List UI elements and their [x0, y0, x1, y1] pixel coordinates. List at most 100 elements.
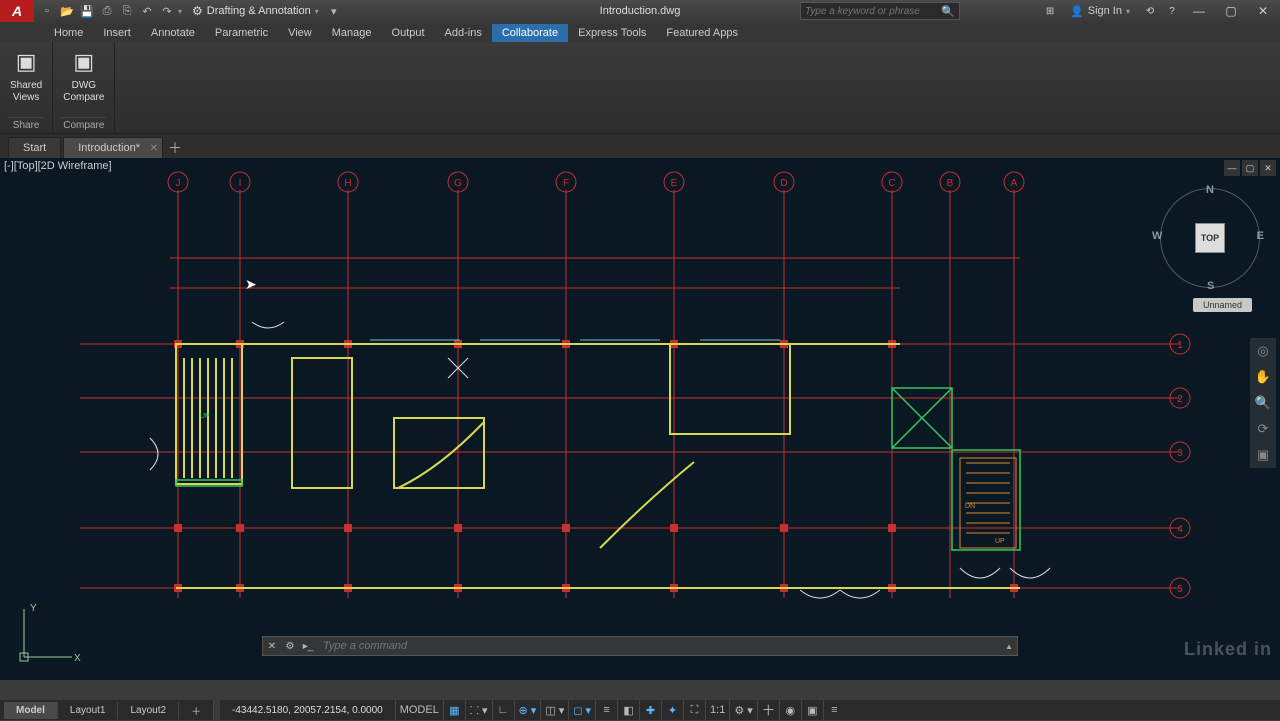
layout-tab-model[interactable]: Model [4, 702, 58, 719]
command-line[interactable]: ✕ ⚙ ▸_ ▲ [262, 636, 1018, 656]
ribbon-tab-parametric[interactable]: Parametric [205, 24, 278, 42]
exchange-icon[interactable]: ⟲ [1140, 2, 1160, 20]
svg-text:Y: Y [30, 603, 37, 614]
ribbon-tab-view[interactable]: View [278, 24, 322, 42]
workspace-switcher[interactable]: ⚙ Drafting & Annotation ▾ [186, 4, 325, 18]
ribbon-tab-output[interactable]: Output [382, 24, 435, 42]
cmdline-prompt-icon: ▸_ [299, 637, 317, 655]
cmdline-close-icon[interactable]: ✕ [263, 637, 281, 655]
selection-cycling-icon[interactable]: ✚ [639, 700, 661, 720]
close-button[interactable]: ✕ [1248, 0, 1278, 22]
save-icon[interactable]: 💾 [78, 2, 96, 20]
ribbon-tab-express-tools[interactable]: Express Tools [568, 24, 656, 42]
ucs-icon[interactable]: Y X [12, 599, 82, 672]
search-box[interactable]: 🔍 [800, 2, 960, 20]
lineweight-icon[interactable]: ≡ [595, 700, 617, 720]
panel-label[interactable]: Compare [61, 117, 106, 131]
signin-label: Sign In [1088, 5, 1122, 17]
open-icon[interactable]: 📂 [58, 2, 76, 20]
svg-text:F: F [563, 178, 569, 189]
ribbon-tab-manage[interactable]: Manage [322, 24, 382, 42]
saveas-icon[interactable]: ⎙ [98, 2, 116, 20]
drawing-canvas[interactable]: J IHG FED CBA 123 45 UP DNUP [0, 158, 1280, 680]
transparency-icon[interactable]: ◧ [617, 700, 639, 720]
svg-text:4: 4 [1177, 524, 1183, 535]
ribbon-tab-featured-apps[interactable]: Featured Apps [656, 24, 748, 42]
user-icon: 👤 [1070, 5, 1084, 18]
signin-button[interactable]: 👤 Sign In ▾ [1062, 5, 1138, 18]
qat-overflow-icon[interactable]: ▾ [325, 2, 343, 20]
svg-text:3: 3 [1177, 448, 1183, 459]
tab-close-icon[interactable]: ✕ [150, 143, 158, 154]
hardware-accel-icon[interactable]: ◉ [779, 700, 801, 720]
svg-text:2: 2 [1177, 394, 1183, 405]
svg-text:DN: DN [965, 503, 975, 510]
panel-button-shared[interactable]: ▣ SharedViews [8, 44, 44, 106]
minimize-button[interactable]: — [1184, 0, 1214, 22]
search-input[interactable] [805, 6, 941, 17]
add-layout-button[interactable]: ＋ [179, 700, 214, 721]
grid-bubble: J [176, 178, 181, 189]
space-toggle[interactable]: MODEL [395, 700, 443, 720]
file-tab[interactable]: Start [8, 137, 61, 158]
plot-icon[interactable]: ⎘ [118, 2, 136, 20]
file-tab[interactable]: Introduction*✕ [63, 137, 163, 158]
customize-status-icon[interactable]: ≡ [823, 700, 845, 720]
chevron-down-icon: ▾ [1126, 7, 1130, 16]
svg-text:1: 1 [1177, 340, 1183, 351]
grid-toggle-icon[interactable]: ▦ [443, 700, 465, 720]
annotation-monitor-icon[interactable]: 十 [757, 700, 779, 720]
qat-dropdown-icon[interactable]: ▾ [178, 7, 182, 16]
gear-icon: ⚙ [192, 4, 203, 18]
svg-text:5: 5 [1177, 584, 1183, 595]
add-tab-button[interactable]: ＋ [165, 138, 185, 158]
osnap-toggle-icon[interactable]: ◻ ▾ [568, 700, 595, 720]
command-input[interactable] [317, 640, 1001, 652]
panel-button-dwg[interactable]: ▣ DWGCompare [61, 44, 106, 106]
infocenter-icon[interactable]: ⊞ [1040, 2, 1060, 20]
ribbon-tab-collaborate[interactable]: Collaborate [492, 24, 568, 42]
svg-text:E: E [671, 178, 678, 189]
panel-label[interactable]: Share [8, 117, 44, 131]
svg-text:UP: UP [200, 413, 210, 420]
panel-icon: ▣ [10, 46, 42, 78]
polar-toggle-icon[interactable]: ⊕ ▾ [514, 700, 541, 720]
cmdline-customize-icon[interactable]: ⚙ [281, 637, 299, 655]
svg-text:G: G [454, 178, 462, 189]
cleanscreen-icon[interactable]: ▣ [801, 700, 823, 720]
svg-text:X: X [74, 653, 81, 664]
maximize-button[interactable]: ▢ [1216, 0, 1246, 22]
mouse-cursor: ➤ [245, 276, 257, 293]
svg-text:B: B [947, 178, 954, 189]
app-logo[interactable]: A [0, 0, 34, 22]
annotation-visibility-icon[interactable]: ✦ [661, 700, 683, 720]
ribbon-tab-insert[interactable]: Insert [93, 24, 141, 42]
snap-toggle-icon[interactable]: ⸬ ▾ [465, 700, 492, 720]
svg-text:D: D [780, 178, 787, 189]
layout-tab-layout2[interactable]: Layout2 [118, 702, 179, 719]
svg-text:A: A [1011, 178, 1018, 189]
annotation-scale[interactable]: 1:1 [705, 700, 729, 720]
cmdline-expand-icon[interactable]: ▲ [1001, 642, 1017, 651]
redo-icon[interactable]: ↷ [158, 2, 176, 20]
ribbon-tab-home[interactable]: Home [44, 24, 93, 42]
ribbon-tab-annotate[interactable]: Annotate [141, 24, 205, 42]
panel-icon: ▣ [68, 46, 100, 78]
svg-text:UP: UP [995, 538, 1005, 545]
svg-text:C: C [888, 178, 895, 189]
watermark: Linked in [1184, 639, 1272, 660]
isodraft-icon[interactable]: ◫ ▾ [540, 700, 568, 720]
workspace-switch-icon[interactable]: ⚙ ▾ [729, 700, 756, 720]
help-icon[interactable]: ? [1162, 2, 1182, 20]
search-icon[interactable]: 🔍 [941, 5, 955, 18]
qnew-icon[interactable]: ▫ [38, 2, 56, 20]
document-title: Introduction.dwg [600, 5, 681, 17]
autoscale-icon[interactable]: ⛶ [683, 700, 705, 720]
coordinates-readout[interactable]: -43442.5180, 20057.2154, 0.0000 [220, 705, 395, 716]
ribbon-tab-add-ins[interactable]: Add-ins [435, 24, 492, 42]
chevron-down-icon: ▾ [315, 7, 319, 16]
layout-tab-layout1[interactable]: Layout1 [58, 702, 119, 719]
ortho-toggle-icon[interactable]: ∟ [492, 700, 514, 720]
workspace-label: Drafting & Annotation [207, 5, 311, 17]
undo-icon[interactable]: ↶ [138, 2, 156, 20]
